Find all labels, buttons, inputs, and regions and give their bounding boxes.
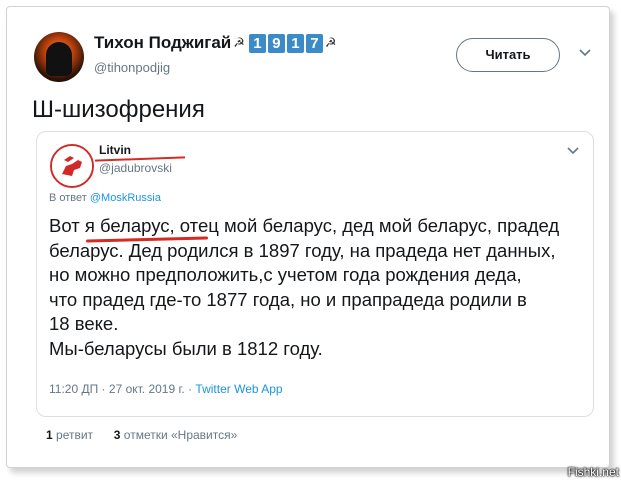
quoted-timestamp: 11:20 ДП · 27 окт. 2019 г. · Twitter Web… <box>49 382 283 396</box>
quoted-author-avatar[interactable] <box>50 144 94 188</box>
hammer-sickle-icon: ☭ <box>324 35 337 50</box>
digit-badge: 9 <box>267 33 285 53</box>
text-line: 18 веке. <box>49 313 119 334</box>
digit-badge: 1 <box>286 33 304 53</box>
source-link[interactable]: Twitter Web App <box>195 382 282 396</box>
author-avatar[interactable] <box>34 32 84 82</box>
digit-badge: 1 <box>248 33 266 53</box>
follow-button[interactable]: Читать <box>456 38 560 72</box>
reply-context: В ответ @MoskRussia <box>49 192 161 204</box>
likes-count[interactable]: 3 <box>114 428 121 442</box>
avatar-figure <box>46 42 72 76</box>
watermark: Fishki.net <box>567 465 619 479</box>
reply-prefix: В ответ <box>49 192 87 204</box>
retweets-label[interactable]: ретвит <box>56 428 93 442</box>
chevron-down-icon[interactable] <box>567 144 579 158</box>
quoted-author-handle[interactable]: @jadubrovski <box>99 161 172 175</box>
author-name[interactable]: Тихон Поджигай <box>94 33 231 53</box>
quoted-tweet-text: Вот я беларус, отец мой беларус, дед мой… <box>49 214 584 361</box>
text-line: Мы-беларусы были в 1812 году. <box>49 337 323 359</box>
quoted-author-name[interactable]: Litvin <box>99 143 131 157</box>
engagement-stats: 1 ретвит 3 отметки «Нравится» <box>46 428 237 442</box>
hammer-sickle-icon: ☭ <box>233 35 245 50</box>
quoted-tweet[interactable]: Litvin @jadubrovski В ответ @MoskRussia … <box>36 131 594 417</box>
timestamp-text: 11:20 ДП · 27 окт. 2019 г. · <box>49 382 196 396</box>
likes-label[interactable]: отметки «Нравится» <box>124 428 238 442</box>
text-line: но можно предположить,с учетом года рожд… <box>49 264 522 285</box>
reply-mention-link[interactable]: @MoskRussia <box>90 192 161 204</box>
text-line: Вот я беларус, отец мой беларус, дед мой… <box>49 215 560 236</box>
author-handle[interactable]: @tihonpodjig <box>94 60 170 75</box>
tweet-text: Ш-шизофрения <box>32 96 205 123</box>
text-line: беларус. Дед родился в 1897 году, на пра… <box>49 239 556 261</box>
chevron-down-icon[interactable] <box>579 46 591 60</box>
text-line: что прадед где-то 1877 года, но и прапра… <box>49 288 527 310</box>
author-name-row[interactable]: Тихон Поджигай ☭ 1 9 1 7 ☭ <box>94 33 339 53</box>
retweets-count[interactable]: 1 <box>46 428 53 442</box>
digit-badge: 7 <box>305 33 323 53</box>
